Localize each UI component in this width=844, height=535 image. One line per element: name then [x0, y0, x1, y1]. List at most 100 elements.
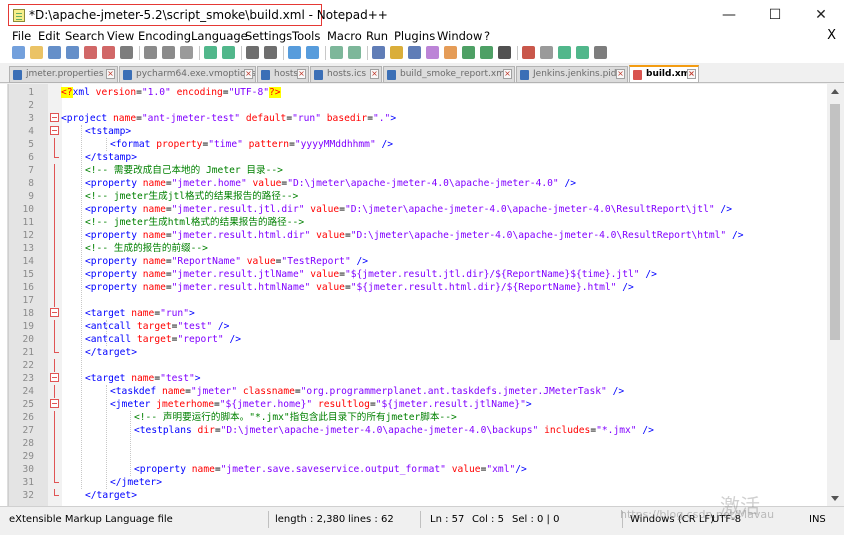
- code-line[interactable]: 6 </tstamp>: [9, 151, 844, 164]
- cut-icon[interactable]: [144, 46, 157, 59]
- fold-toggle-icon[interactable]: [50, 308, 59, 317]
- save-all-icon[interactable]: [66, 46, 79, 59]
- word-wrap-icon[interactable]: [372, 46, 385, 59]
- close-window-button[interactable]: ✕: [798, 0, 844, 30]
- code-line[interactable]: 7 <!-- 需要改成自己本地的 Jmeter 目录-->: [9, 164, 844, 177]
- code-line[interactable]: 20 <antcall target="report" />: [9, 333, 844, 346]
- record-macro-icon[interactable]: [522, 46, 535, 59]
- menu-macro[interactable]: Macro: [327, 29, 362, 43]
- minimize-button[interactable]: —: [706, 0, 752, 30]
- monitor-icon[interactable]: [498, 46, 511, 59]
- code-line[interactable]: 31 </jmeter>: [9, 476, 844, 489]
- tab-close-icon[interactable]: ×: [370, 69, 379, 79]
- fold-toggle-icon[interactable]: [50, 126, 59, 135]
- function-list-icon[interactable]: [462, 46, 475, 59]
- menu-file[interactable]: File: [12, 29, 31, 43]
- menu-plugins[interactable]: Plugins: [394, 29, 435, 43]
- code-line[interactable]: 5 <format property="time" pattern="yyyyMM…: [9, 138, 844, 151]
- menu-edit[interactable]: Edit: [38, 29, 60, 43]
- find-icon[interactable]: [246, 46, 259, 59]
- fold-toggle-icon[interactable]: [50, 399, 59, 408]
- undo-icon[interactable]: [204, 46, 217, 59]
- code-line[interactable]: 32 </target>: [9, 489, 844, 502]
- code-line[interactable]: 2: [9, 99, 844, 112]
- code-line[interactable]: 17: [9, 294, 844, 307]
- tab-hosts[interactable]: hosts ×: [257, 66, 309, 83]
- code-line[interactable]: 19 <antcall target="test" />: [9, 320, 844, 333]
- print-icon[interactable]: [120, 46, 133, 59]
- menu-encoding[interactable]: Encoding: [138, 29, 191, 43]
- close-icon[interactable]: [84, 46, 97, 59]
- code-line[interactable]: 15 <property name="jmeter.result.jtlName"…: [9, 268, 844, 281]
- menu-tools[interactable]: Tools: [292, 29, 320, 43]
- maximize-button[interactable]: ☐: [752, 0, 798, 30]
- tab-jenkins-jenkins-pid[interactable]: Jenkins.jenkins.pid ×: [516, 66, 628, 83]
- new-icon[interactable]: [12, 46, 25, 59]
- code-line[interactable]: 16 <property name="jmeter.result.htmlName…: [9, 281, 844, 294]
- menu-help[interactable]: ?: [484, 29, 490, 43]
- show-all-chars-icon[interactable]: [390, 46, 403, 59]
- play-macro-icon[interactable]: [558, 46, 571, 59]
- code-line[interactable]: 29: [9, 450, 844, 463]
- code-line[interactable]: 30 <property name="jmeter.save.saveservic…: [9, 463, 844, 476]
- sync-horizontal-icon[interactable]: [348, 46, 361, 59]
- code-line[interactable]: 22: [9, 359, 844, 372]
- stop-macro-icon[interactable]: [540, 46, 553, 59]
- code-line[interactable]: 1 <?xml version="1.0" encoding="UTF-8"?>: [9, 86, 844, 99]
- code-line[interactable]: 3 <project name="ant-jmeter-test" default…: [9, 112, 844, 125]
- tab-close-icon[interactable]: ×: [106, 69, 115, 79]
- code-line[interactable]: 9 <!-- jmeter生成jtl格式的结果报告的路径-->: [9, 190, 844, 203]
- code-line[interactable]: 26 <!-- 声明要运行的脚本。"*.jmx"指包含此目录下的所有jmeter脚…: [9, 411, 844, 424]
- code-editor[interactable]: 1 <?xml version="1.0" encoding="UTF-8"?> 2…: [8, 84, 844, 506]
- code-line[interactable]: 8 <property name="jmeter.home" value="D:\…: [9, 177, 844, 190]
- tab-build-xml[interactable]: build.xml ×: [629, 65, 699, 83]
- code-line[interactable]: 14 <property name="ReportName" value="Tes…: [9, 255, 844, 268]
- paste-icon[interactable]: [180, 46, 193, 59]
- tab-hosts-ics[interactable]: hosts.ics ×: [310, 66, 382, 83]
- code-line[interactable]: 21 </target>: [9, 346, 844, 359]
- save-macro-icon[interactable]: [594, 46, 607, 59]
- menu-run[interactable]: Run: [366, 29, 388, 43]
- code-line[interactable]: 28: [9, 437, 844, 450]
- tab-jmeter-properties[interactable]: jmeter.properties ×: [9, 66, 118, 83]
- tab-close-icon[interactable]: ×: [616, 69, 625, 79]
- menu-view[interactable]: View: [107, 29, 134, 43]
- menu-search[interactable]: Search: [65, 29, 105, 43]
- code-line[interactable]: 4 <tstamp>: [9, 125, 844, 138]
- tab-close-icon[interactable]: ×: [503, 69, 512, 79]
- copy-icon[interactable]: [162, 46, 175, 59]
- replace-icon[interactable]: [264, 46, 277, 59]
- menu-window[interactable]: Window: [437, 29, 482, 43]
- menu-language[interactable]: Language: [191, 29, 248, 43]
- code-line[interactable]: 13 <!-- 生成的报告的前缀-->: [9, 242, 844, 255]
- menu-settings[interactable]: Settings: [245, 29, 292, 43]
- code-line[interactable]: 24 <taskdef name="jmeter" classname="org.…: [9, 385, 844, 398]
- udl-icon[interactable]: [426, 46, 439, 59]
- code-line[interactable]: 25 <jmeter jmeterhome="${jmeter.home}" re…: [9, 398, 844, 411]
- zoom-in-icon[interactable]: [288, 46, 301, 59]
- close-document-button[interactable]: X: [827, 28, 836, 43]
- fold-toggle-icon[interactable]: [50, 373, 59, 382]
- open-icon[interactable]: [30, 46, 43, 59]
- folder-workspace-icon[interactable]: [480, 46, 493, 59]
- tab-pycharm64-exe-vmoptions[interactable]: pycharm64.exe.vmoptions ×: [119, 66, 256, 83]
- status-eol[interactable]: Windows (CR LF): [630, 514, 714, 525]
- tab-close-icon[interactable]: ×: [687, 69, 696, 79]
- sync-vertical-icon[interactable]: [330, 46, 343, 59]
- code-line[interactable]: 12 <property name="jmeter.result.html.dir…: [9, 229, 844, 242]
- code-line[interactable]: 23 <target name="test">: [9, 372, 844, 385]
- redo-icon[interactable]: [222, 46, 235, 59]
- save-icon[interactable]: [48, 46, 61, 59]
- code-line[interactable]: 11 <!-- jmeter生成html格式的结果报告的路径-->: [9, 216, 844, 229]
- run-macro-multiple-icon[interactable]: [576, 46, 589, 59]
- tab-close-icon[interactable]: ×: [244, 69, 253, 79]
- doc-map-icon[interactable]: [444, 46, 457, 59]
- code-line[interactable]: 18 <target name="run">: [9, 307, 844, 320]
- notepadpp-app-icon[interactable]: [13, 9, 25, 22]
- code-line[interactable]: 27 <testplans dir="D:\jmeter\apache-jmete…: [9, 424, 844, 437]
- fold-toggle-icon[interactable]: [50, 113, 59, 122]
- tab-build-smoke-report-xml[interactable]: build_smoke_report.xml ×: [383, 66, 515, 83]
- indent-guide-icon[interactable]: [408, 46, 421, 59]
- tab-close-icon[interactable]: ×: [297, 69, 306, 79]
- status-insert-mode[interactable]: INS: [809, 514, 826, 525]
